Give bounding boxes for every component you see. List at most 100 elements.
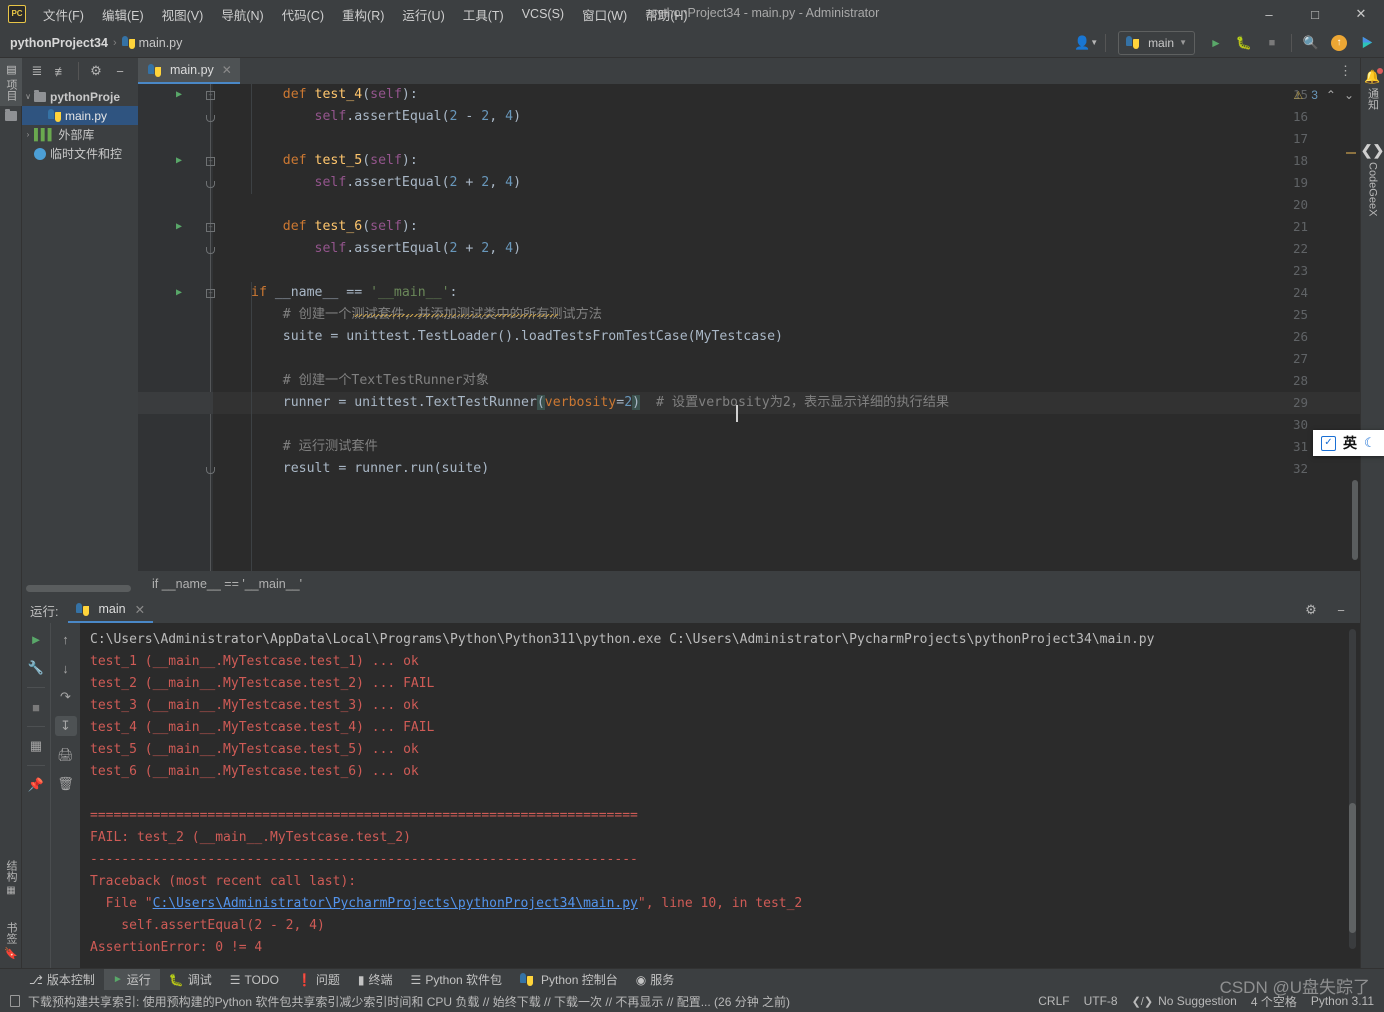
tree-node-mainpy[interactable]: main.py <box>22 106 138 125</box>
stop-button[interactable]: ■ <box>25 697 47 717</box>
gear-icon[interactable]: ⚙ <box>1298 598 1324 622</box>
prev-occurrence-icon[interactable]: ↑ <box>55 629 77 649</box>
menu-vcs[interactable]: VCS(S) <box>513 3 573 25</box>
editor-breadcrumb[interactable]: if __name__ == '__main__' <box>138 571 1360 597</box>
minimize-button[interactable]: – <box>1246 0 1292 28</box>
run-button[interactable]: ► <box>1203 31 1229 55</box>
interpreter-indicator[interactable]: Python 3.11 <box>1311 994 1374 1008</box>
code-line[interactable]: # 运行测试套件 <box>251 436 378 458</box>
expand-all-icon[interactable]: ≣ <box>26 60 48 82</box>
close-icon[interactable]: ✕ <box>222 63 232 77</box>
toolwindow-problems[interactable]: ❗ 问题 <box>288 969 349 991</box>
ime-floating-widget[interactable]: ✓ 英 ☾ <box>1313 430 1384 456</box>
rerun-button[interactable]: ► <box>25 629 47 649</box>
update-icon[interactable]: ↑ <box>1326 31 1352 55</box>
run-tab-main[interactable]: main ✕ <box>68 597 154 623</box>
code-fold-icon[interactable] <box>206 467 215 474</box>
toolwindow-todo[interactable]: ☰ TODO <box>221 969 288 991</box>
debug-button[interactable]: 🐛 <box>1231 31 1257 55</box>
code-line[interactable]: result = runner.run(suite) <box>251 458 489 480</box>
tree-node-external-libraries[interactable]: › ▌▌▌ 外部库 <box>22 125 138 144</box>
toolwindow-debug[interactable]: 🐛 调试 <box>160 969 221 991</box>
editor-options-icon[interactable]: ⋮ <box>1339 63 1352 79</box>
indent-indicator[interactable]: 4 个空格 <box>1251 993 1297 1010</box>
code-line[interactable]: suite = unittest.TestLoader().loadTestsF… <box>251 326 783 348</box>
tree-node-project[interactable]: ∨ pythonProje <box>22 87 138 106</box>
ime-mode-label[interactable]: 英 <box>1343 433 1357 453</box>
code-fold-icon[interactable] <box>206 181 215 188</box>
code-line[interactable]: self.assertEqual(2 - 2, 4) <box>251 106 522 128</box>
code-fold-icon[interactable]: − <box>206 223 215 232</box>
traceback-file-link[interactable]: C:\Users\Administrator\PycharmProjects\p… <box>153 896 638 911</box>
suggestion-indicator[interactable]: No Suggestion <box>1158 994 1237 1008</box>
code-line[interactable]: def test_6(self): <box>251 216 418 238</box>
tab-mainpy[interactable]: main.py ✕ <box>138 58 240 84</box>
menu-navigate[interactable]: 导航(N) <box>212 1 272 28</box>
status-message[interactable]: 下载预构建共享索引: 使用预构建的Python 软件包共享索引减少索引时间和 C… <box>28 993 790 1010</box>
project-tree[interactable]: ∨ pythonProje main.py › ▌▌▌ 外部库 临时文件和控 <box>22 84 138 579</box>
code-line[interactable]: def test_4(self): <box>251 84 418 106</box>
toolwindow-version-control[interactable]: ⎇ 版本控制 <box>20 969 104 991</box>
hide-panel-icon[interactable]: − <box>1328 598 1354 622</box>
code-line[interactable]: # 创建一个TextTestRunner对象 <box>251 370 489 392</box>
close-button[interactable]: ✕ <box>1338 0 1384 28</box>
menu-tools[interactable]: 工具(T) <box>454 1 513 28</box>
maximize-button[interactable]: □ <box>1292 0 1338 28</box>
moon-icon[interactable]: ☾ <box>1364 435 1376 451</box>
run-gutter-icon[interactable]: ▶ <box>176 282 182 304</box>
breadcrumb-file[interactable]: main.py <box>139 36 183 50</box>
print-icon[interactable]: 🖨 <box>55 745 77 765</box>
sidebar-item-structure[interactable]: 结构 ▦ <box>0 855 22 901</box>
inspections-widget[interactable]: ⚠ 3 ⌃ ⌄ <box>1262 84 1360 106</box>
chevron-down-icon[interactable]: ∨ <box>22 92 34 101</box>
code-fold-icon[interactable] <box>206 247 215 254</box>
menu-run[interactable]: 运行(U) <box>393 1 453 28</box>
codegeex-toolbar-icon[interactable] <box>1354 31 1380 55</box>
editor-horizontal-scrollbar[interactable] <box>26 585 131 592</box>
prev-problem-icon[interactable]: ⌃ <box>1326 88 1336 102</box>
stop-button[interactable]: ■ <box>1259 31 1285 55</box>
breadcrumb-project[interactable]: pythonProject34 <box>10 36 108 50</box>
run-gutter-icon[interactable]: ▶ <box>176 216 182 238</box>
code-line[interactable]: self.assertEqual(2 + 2, 4) <box>251 172 522 194</box>
toolwindow-terminal[interactable]: ▮ 终端 <box>349 969 402 991</box>
run-console[interactable]: C:\Users\Administrator\AppData\Local\Pro… <box>80 623 1360 971</box>
menu-view[interactable]: 视图(V) <box>153 1 213 28</box>
clear-all-icon[interactable]: 🗑 <box>55 774 77 794</box>
gear-icon[interactable]: ⚙ <box>85 60 107 82</box>
sidebar-item-folder[interactable] <box>0 106 22 126</box>
scroll-to-end-icon[interactable]: ↧ <box>54 716 77 736</box>
code-fold-icon[interactable]: − <box>206 91 215 100</box>
menu-code[interactable]: 代码(C) <box>273 1 333 28</box>
ime-toggle-icon[interactable]: ✓ <box>1321 435 1336 451</box>
line-separator-indicator[interactable]: CRLF <box>1038 994 1069 1008</box>
collapse-all-icon[interactable]: ≢ <box>50 60 72 82</box>
close-icon[interactable]: ✕ <box>135 602 145 617</box>
chevron-right-icon[interactable]: › <box>22 130 34 139</box>
toolwindow-python-console[interactable]: Python 控制台 <box>511 969 627 991</box>
code-line[interactable]: runner = unittest.TextTestRunner(verbosi… <box>251 392 949 414</box>
toolwindow-run[interactable]: ► 运行 <box>103 968 160 991</box>
toolwindow-python-packages[interactable]: ☰ Python 软件包 <box>402 969 511 991</box>
menu-window[interactable]: 窗口(W) <box>573 1 636 28</box>
code-line[interactable]: def test_5(self): <box>251 150 418 172</box>
tree-node-scratches[interactable]: 临时文件和控 <box>22 144 138 163</box>
menu-refactor[interactable]: 重构(R) <box>333 1 393 28</box>
next-occurrence-icon[interactable]: ↓ <box>55 658 77 678</box>
settings-wrench-icon[interactable]: 🔧 <box>25 658 47 678</box>
encoding-indicator[interactable]: UTF-8 <box>1084 994 1118 1008</box>
layout-icon[interactable]: ▦ <box>25 736 47 756</box>
soft-wrap-icon[interactable]: ↷ <box>55 687 77 707</box>
code-editor[interactable]: 15 ▶ − def test_4(self): 16 self.assertEqua… <box>138 84 1360 571</box>
menu-file[interactable]: 文件(F) <box>34 1 93 28</box>
next-problem-icon[interactable]: ⌄ <box>1344 88 1354 102</box>
menu-edit[interactable]: 编辑(E) <box>93 1 153 28</box>
code-fold-icon[interactable]: − <box>206 157 215 166</box>
search-icon[interactable]: 🔍 <box>1298 31 1324 55</box>
account-icon[interactable]: 👤 ▼ <box>1073 31 1099 55</box>
code-line[interactable]: if __name__ == '__main__': <box>251 282 457 304</box>
run-gutter-icon[interactable]: ▶ <box>176 84 182 106</box>
sidebar-item-project[interactable]: ▤ 项目 <box>0 58 22 106</box>
run-configuration-selector[interactable]: main ▼ <box>1118 30 1195 55</box>
pin-icon[interactable]: 📌 <box>25 775 47 795</box>
